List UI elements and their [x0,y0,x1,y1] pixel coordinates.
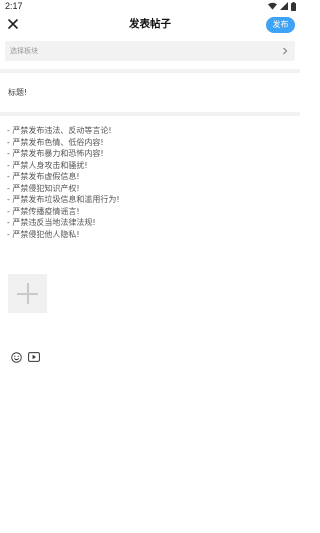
video-icon [28,352,40,362]
rule-line: - 严禁发布违法、反动等言论! [7,126,112,135]
add-image-button[interactable] [8,274,47,313]
section-picker-placeholder: 选择板块 [10,47,38,55]
status-time: 2:17 [5,1,23,11]
rule-line: - 严禁人身攻击和骚扰! [7,160,88,170]
publish-button[interactable]: 发布 [266,17,295,33]
section-divider [0,69,300,73]
rule-line: - 严禁传播疫情谣言! [7,206,80,216]
signal-icon [280,2,288,10]
status-bar: 2:17 [0,0,300,12]
page-title: 发表帖子 [129,18,171,30]
section-divider [0,112,300,116]
rule-line: - 严禁发布垃圾信息和滥用行为! [7,195,120,204]
rule-line: - 严禁发布色情、低俗内容! [7,137,104,147]
emoji-button[interactable] [10,351,22,363]
title-input[interactable]: 标题! [8,87,27,99]
emoji-icon [10,351,22,363]
section-picker[interactable]: 选择板块 [5,41,295,61]
rule-line: - 严禁发布虚假信息! [7,172,80,181]
status-icons [268,1,296,11]
rule-line: - 严禁发布暴力和恐怖内容! [7,149,104,158]
rule-line: - 严禁违反当地法律法规! [7,218,96,227]
editor-toolbar [10,350,40,364]
chevron-right-icon [283,47,288,55]
rule-line: - 严禁侵犯知识产权! [7,183,80,193]
video-button[interactable] [28,351,40,363]
rule-line: - 严禁侵犯他人隐私! [7,229,80,239]
wifi-icon [268,2,277,10]
nav-bar: 发表帖子 发布 [0,12,300,39]
content-input[interactable]: - 严禁发布违法、反动等言论! - 严禁发布色情、低俗内容! - 严禁发布暴力和… [7,125,287,240]
battery-icon [291,1,296,11]
